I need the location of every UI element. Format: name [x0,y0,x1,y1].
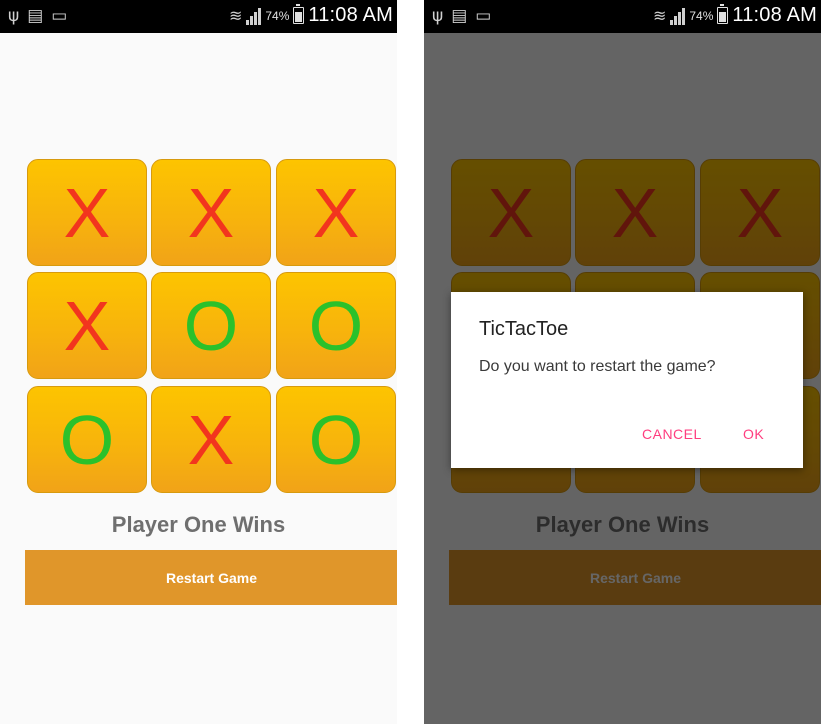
board-cell-9[interactable]: O [276,386,396,493]
usb-icon: ψ [432,6,444,26]
status-bar: ψ ▤ ▭ ≋ 74% 11:08 AM [424,0,821,33]
cancel-button[interactable]: CANCEL [642,426,702,442]
restart-game-button[interactable]: Restart Game [25,550,397,605]
cell-mark: X [312,173,360,252]
result-text: Player One Wins [111,512,286,537]
signal-icon [670,7,686,25]
battery-percent: 74% [265,8,290,23]
battery-percent: 74% [689,8,714,23]
cell-mark: O [183,286,239,365]
board-cell-8[interactable]: X [151,386,271,493]
cell-mark: X [63,173,111,252]
battery-icon [717,4,729,24]
cell-mark: X [187,400,235,479]
game-board: X X X X O O O X O [27,159,397,496]
status-bar: ψ ▤ ▭ ≋ 74% 11:08 AM [0,0,397,33]
cell-mark: X [187,173,235,252]
cell-mark: O [308,286,364,365]
restart-dialog: TicTacToe Do you want to restart the gam… [451,292,803,468]
dialog-title: TicTacToe [479,318,569,340]
cell-mark: O [59,400,115,479]
board-cell-2[interactable]: X [151,159,271,266]
usb-icon: ψ [8,6,20,26]
ok-button[interactable]: OK [743,426,764,442]
wifi-icon: ≋ [652,6,667,25]
signal-icon [246,7,262,25]
image-icon: ▭ [475,6,492,26]
board-cell-7[interactable]: O [27,386,147,493]
clock: 11:08 AM [308,4,393,26]
screenshot-divider [397,0,424,724]
clock: 11:08 AM [732,4,817,26]
battery-icon [293,4,305,24]
game-screen-with-dialog: ψ ▤ ▭ ≋ 74% 11:08 AM X X X X O O O X O P… [424,0,821,724]
keyboard-off-icon: ▤ [27,6,44,26]
dialog-message: Do you want to restart the game? [479,358,716,375]
image-icon: ▭ [51,6,68,26]
game-screen: ψ ▤ ▭ ≋ 74% 11:08 AM X X X X O O O X O P… [0,0,397,724]
board-cell-5[interactable]: O [151,272,271,379]
board-cell-6[interactable]: O [276,272,396,379]
wifi-icon: ≋ [228,6,243,25]
cell-mark: X [63,286,111,365]
board-cell-3[interactable]: X [276,159,396,266]
cell-mark: O [308,400,364,479]
keyboard-off-icon: ▤ [451,6,468,26]
board-cell-1[interactable]: X [27,159,147,266]
board-cell-4[interactable]: X [27,272,147,379]
